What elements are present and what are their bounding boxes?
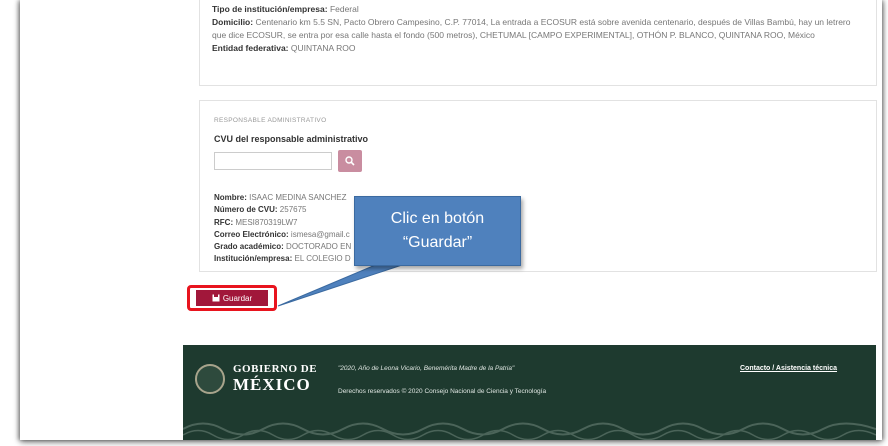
search-icon xyxy=(345,156,355,166)
footer-quote: "2020, Año de Leona Vicario, Benemérita … xyxy=(338,365,515,372)
cvu-row: Número de CVU: 257675 xyxy=(214,204,862,216)
floppy-disk-icon xyxy=(212,294,220,302)
footer-rights: Derechos reservados © 2020 Consejo Nacio… xyxy=(338,388,547,395)
tipo-row: Tipo de institución/empresa: Federal xyxy=(212,3,864,16)
institucion-row: Institución/empresa: EL COLEGIO D xyxy=(214,253,862,265)
domicilio-label: Domicilio: xyxy=(212,17,254,27)
callout-line2: “Guardar” xyxy=(402,234,473,251)
grado-row: Grado académico: DOCTORADO EN xyxy=(214,241,862,253)
cvu-label: Número de CVU: xyxy=(214,205,278,215)
cvu-input[interactable] xyxy=(214,152,332,170)
gobierno-logo: GOBIERNO DE MÉXICO xyxy=(195,363,317,395)
cvu-value: 257675 xyxy=(279,205,307,215)
rfc-value: MESI870319LW7 xyxy=(235,217,298,227)
save-button[interactable]: Guardar xyxy=(196,290,268,306)
instruction-callout: Clic en botón “Guardar” xyxy=(354,196,521,266)
callout-line1: Clic en botón xyxy=(390,210,485,227)
correo-row: Correo Electrónico: ismesa@gmail.c xyxy=(214,229,862,241)
footer-pattern-decoration xyxy=(183,422,876,440)
domicilio-row: Domicilio: Centenario km 5.5 SN, Pacto O… xyxy=(212,16,864,42)
tipo-value: Federal xyxy=(329,4,359,14)
save-button-label: Guardar xyxy=(222,293,253,303)
cvu-field-label: CVU del responsable administrativo xyxy=(214,134,369,144)
grado-value: DOCTORADO EN xyxy=(286,242,352,252)
search-button[interactable] xyxy=(338,150,362,172)
footer: GOBIERNO DE MÉXICO "2020, Año de Leona V… xyxy=(183,345,876,440)
entidad-value: QUINTANA ROO xyxy=(290,43,356,53)
gob-line1: GOBIERNO DE xyxy=(233,363,318,375)
rfc-row: RFC: MESI870319LW7 xyxy=(214,217,862,229)
nombre-label: Nombre: xyxy=(214,193,247,202)
domicilio-value: Centenario km 5.5 SN, Pacto Obrero Campe… xyxy=(212,17,851,40)
responsable-info: Nombre: ISAAC MEDINA SANCHEZ Número de C… xyxy=(214,192,862,266)
institucion-value: EL COLEGIO D xyxy=(294,254,351,264)
section-title: RESPONSABLE ADMINISTRATIVO xyxy=(214,117,327,124)
contact-link[interactable]: Contacto / Asistencia técnica xyxy=(740,365,837,372)
gob-line2: MÉXICO xyxy=(233,375,311,394)
cvu-search-row xyxy=(214,150,862,172)
nombre-row: Nombre: ISAAC MEDINA SANCHEZ xyxy=(214,192,862,204)
entidad-label: Entidad federativa: xyxy=(212,43,289,53)
institution-panel: Tipo de institución/empresa: Federal Dom… xyxy=(199,0,877,86)
rfc-label: RFC: xyxy=(214,217,234,227)
entidad-row: Entidad federativa: QUINTANA ROO xyxy=(212,42,864,55)
institucion-label: Institución/empresa: xyxy=(214,254,293,264)
responsable-panel: RESPONSABLE ADMINISTRATIVO CVU del respo… xyxy=(199,100,877,272)
grado-label: Grado académico: xyxy=(214,242,284,252)
save-button-highlight: Guardar xyxy=(187,285,277,311)
correo-label: Correo Electrónico: xyxy=(214,229,289,239)
nombre-value: ISAAC MEDINA SANCHEZ xyxy=(249,193,347,202)
correo-value: ismesa@gmail.c xyxy=(290,229,350,239)
coat-of-arms-icon xyxy=(195,364,225,394)
tipo-label: Tipo de institución/empresa: xyxy=(212,4,328,14)
